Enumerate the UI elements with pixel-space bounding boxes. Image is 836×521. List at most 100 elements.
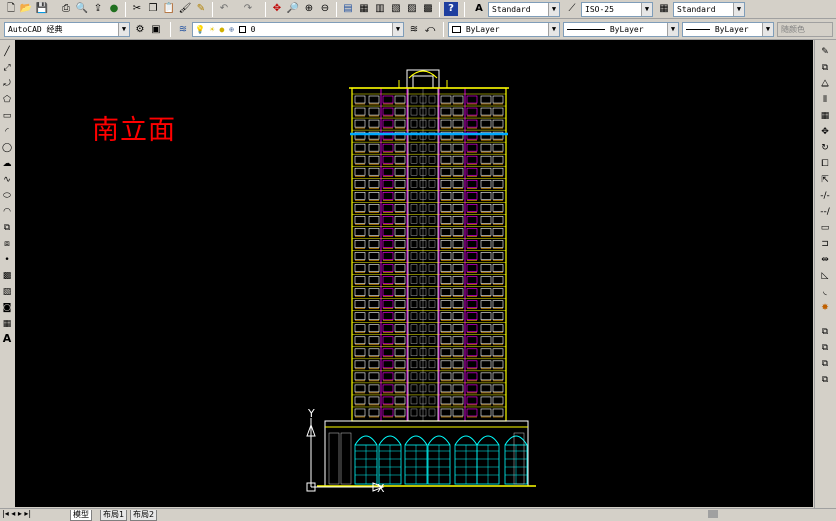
table-style-select[interactable]: Standard ▼ [673, 2, 745, 17]
trim-icon[interactable]: -/- [819, 190, 831, 202]
join-icon[interactable]: ⇹ [819, 254, 831, 266]
undo-icon[interactable]: ↶ [217, 2, 231, 16]
revision-cloud-icon[interactable]: ☁ [1, 158, 13, 170]
ellipse-arc-icon[interactable]: ◠ [1, 206, 13, 218]
draw-toolbar: ╱ ⤢ ⤾ ⬠ ▭ ◜ ◯ ☁ ∿ ⬭ ◠ ⧉ ⧈ • ▩ ▧ ◙ ▦ A [0, 40, 14, 508]
circle-icon[interactable]: ◯ [1, 142, 13, 154]
cut-icon[interactable]: ✂ [130, 2, 144, 16]
layer-on-icon: 💡 [195, 25, 205, 34]
layer-plot-icon: ⊕ [229, 25, 234, 34]
scale-icon[interactable]: ⧠ [819, 158, 831, 170]
table-style-icon: ▦ [659, 3, 669, 14]
text-style-select[interactable]: Standard ▼ [488, 2, 560, 17]
design-center-icon[interactable]: ▦ [357, 2, 371, 16]
calculator-icon[interactable]: ▩ [421, 2, 435, 16]
rotate-icon[interactable]: ↻ [819, 142, 831, 154]
move-icon[interactable]: ✥ [819, 126, 831, 138]
layer-thaw-icon: ☀ [209, 25, 215, 34]
draworder-under-icon[interactable]: ⧉ [819, 374, 831, 386]
ucs-x-label: X [377, 482, 385, 495]
plot-style-select[interactable]: 随颜色 [777, 22, 833, 37]
new-file-icon[interactable]: 🗋 [4, 2, 18, 16]
plot-preview-icon[interactable]: 🔍 [75, 2, 89, 16]
make-block-icon[interactable]: ⧈ [1, 238, 13, 250]
properties-icon[interactable]: ▤ [341, 2, 355, 16]
table-icon[interactable]: ▦ [1, 318, 13, 330]
workspace-settings-icon[interactable]: ⚙ [133, 23, 147, 37]
pan-icon[interactable]: ✥ [270, 2, 284, 16]
draworder-front-icon[interactable]: ⧉ [819, 326, 831, 338]
save-workspace-icon[interactable]: ▣ [149, 23, 163, 37]
standard-toolbar: 🗋 📂 💾 ⎙ 🔍 ⇪ ● ✂ ❐ 📋 🖌 ✎ ↶ ↷ ✥ 🔎 ⊕ ⊖ ▤ ▦ … [0, 0, 836, 19]
text-style-icon: A [475, 3, 483, 14]
draworder-back-icon[interactable]: ⧉ [819, 342, 831, 354]
break-at-point-icon[interactable]: ▭ [819, 222, 831, 234]
workspace-select[interactable]: AutoCAD 经典 ▼ [4, 22, 130, 37]
layer-unlock-icon: ● [219, 25, 225, 34]
layer-name: 0 [250, 25, 256, 34]
stretch-icon[interactable]: ⇱ [819, 174, 831, 186]
insert-block-icon[interactable]: ⧉ [1, 222, 13, 234]
zoom-window-icon[interactable]: ⊕ [302, 2, 316, 16]
tool-palettes-icon[interactable]: ▥ [373, 2, 387, 16]
save-icon[interactable]: 💾 [35, 2, 49, 16]
make-object-layer-current-icon[interactable]: ≋ [407, 23, 421, 37]
zoom-realtime-icon[interactable]: 🔎 [286, 2, 300, 16]
plot-icon[interactable]: ⎙ [59, 2, 73, 16]
lineweight-select[interactable]: ByLayer ▼ [682, 22, 774, 37]
arc-icon[interactable]: ◜ [1, 126, 13, 138]
layer-select[interactable]: 💡 ☀ ● ⊕ 0 ▼ [192, 22, 404, 37]
dim-style-select[interactable]: ISO-25 ▼ [581, 2, 653, 17]
rectangle-icon[interactable]: ▭ [1, 110, 13, 122]
scrollbar-thumb[interactable] [708, 510, 718, 518]
array-icon[interactable]: ▦ [819, 110, 831, 122]
publish-web-icon[interactable]: ● [107, 2, 121, 16]
tower [349, 69, 509, 422]
polygon-icon[interactable]: ⬠ [1, 94, 13, 106]
copy-object-icon[interactable]: ⧉ [819, 62, 831, 74]
markup-icon[interactable]: ▨ [405, 2, 419, 16]
copy-icon[interactable]: ❐ [146, 2, 160, 16]
open-file-icon[interactable]: 📂 [19, 2, 33, 16]
layers-toolbar: AutoCAD 经典 ▼ ⚙ ▣ ≋ 💡 ☀ ● ⊕ 0 ▼ ≋ ⤺ ByLaye… [0, 19, 836, 40]
chamfer-icon[interactable]: ◺ [819, 270, 831, 282]
polyline-icon[interactable]: ⤾ [1, 78, 13, 90]
break-icon[interactable]: ⊐ [819, 238, 831, 250]
ellipse-icon[interactable]: ⬭ [1, 190, 13, 202]
color-select[interactable]: ByLayer ▼ [448, 22, 560, 37]
region-icon[interactable]: ◙ [1, 302, 13, 314]
zoom-previous-icon[interactable]: ⊖ [318, 2, 332, 16]
construction-line-icon[interactable]: ⤢ [1, 62, 13, 74]
fillet-icon[interactable]: ◟ [819, 286, 831, 298]
offset-icon[interactable]: ⫴ [819, 94, 831, 106]
tab-model[interactable]: 模型 [70, 510, 92, 521]
spline-icon[interactable]: ∿ [1, 174, 13, 186]
tab-layout1[interactable]: 布局1 [100, 510, 128, 521]
gradient-icon[interactable]: ▧ [1, 286, 13, 298]
hatch-icon[interactable]: ▩ [1, 270, 13, 282]
draworder-above-icon[interactable]: ⧉ [819, 358, 831, 370]
layer-previous-icon[interactable]: ⤺ [423, 23, 437, 37]
extend-icon[interactable]: --/ [819, 206, 831, 218]
publish-icon[interactable]: ⇪ [91, 2, 105, 16]
linetype-select[interactable]: ByLayer ▼ [563, 22, 679, 37]
mirror-icon[interactable]: ⧋ [819, 78, 831, 90]
explode-icon[interactable]: ✸ [819, 302, 831, 314]
match-properties-icon[interactable]: 🖌 [178, 2, 192, 16]
redo-icon[interactable]: ↷ [241, 2, 255, 16]
block-editor-icon[interactable]: ✎ [194, 2, 208, 16]
drawing-canvas[interactable]: 南立面 Y X [15, 40, 813, 507]
paste-icon[interactable]: 📋 [162, 2, 176, 16]
layer-manager-icon[interactable]: ≋ [176, 23, 190, 37]
podium [317, 420, 536, 487]
erase-icon[interactable]: ✎ [819, 46, 831, 58]
point-icon[interactable]: • [1, 254, 13, 266]
multiline-text-icon[interactable]: A [1, 332, 13, 344]
help-icon[interactable]: ? [444, 2, 458, 16]
tab-nav-arrows-icon[interactable]: |◂ ◂ ▸ ▸| [2, 509, 31, 518]
sheet-set-icon[interactable]: ▧ [389, 2, 403, 16]
tab-layout2[interactable]: 布局2 [130, 510, 158, 521]
layout-tab-bar: |◂ ◂ ▸ ▸| 模型 布局1 布局2 [0, 508, 836, 521]
dim-style-icon: ⟋ [568, 3, 576, 14]
line-icon[interactable]: ╱ [1, 46, 13, 58]
